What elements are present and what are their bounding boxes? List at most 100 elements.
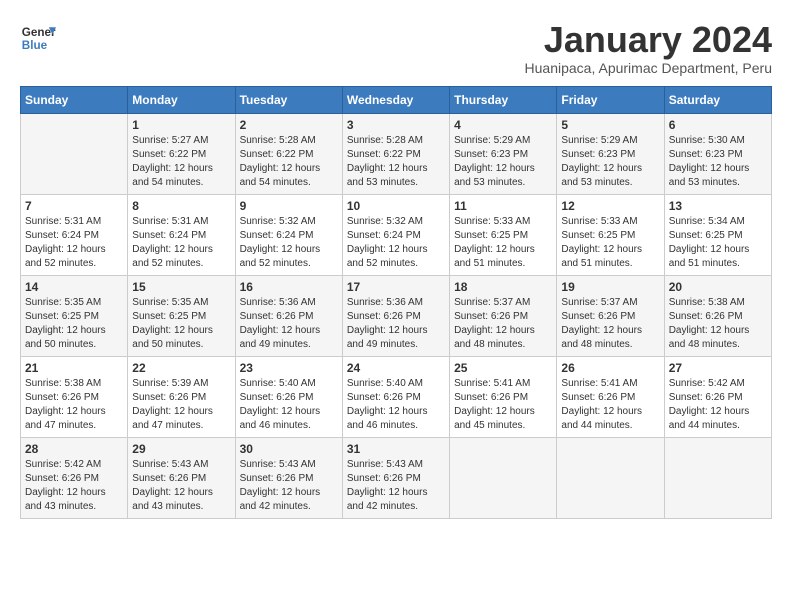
day-info: Sunrise: 5:37 AM Sunset: 6:26 PM Dayligh… [561, 296, 659, 352]
calendar-cell: 10Sunrise: 5:32 AM Sunset: 6:24 PM Dayli… [342, 194, 449, 275]
calendar-cell [557, 437, 664, 518]
calendar-cell: 28Sunrise: 5:42 AM Sunset: 6:26 PM Dayli… [21, 437, 128, 518]
day-header-saturday: Saturday [664, 86, 771, 113]
day-number: 30 [240, 442, 338, 456]
day-info: Sunrise: 5:39 AM Sunset: 6:26 PM Dayligh… [132, 377, 230, 433]
calendar-cell: 30 Sunrise: 5:43 AM Sunset: 6:26 PM Dayli… [235, 437, 342, 518]
calendar-cell: 16 Sunrise: 5:36 AM Sunset: 6:26 PM Dayli… [235, 275, 342, 356]
calendar-cell [450, 437, 557, 518]
day-header-tuesday: Tuesday [235, 86, 342, 113]
day-header-wednesday: Wednesday [342, 86, 449, 113]
day-info: Sunrise: 5:40 AM Sunset: 6:26 PM Dayligh… [347, 377, 445, 433]
calendar-cell: 6Sunrise: 5:30 AM Sunset: 6:23 PM Daylig… [664, 113, 771, 194]
calendar-cell: 14 Sunrise: 5:35 AM Sunset: 6:25 PM Dayli… [21, 275, 128, 356]
calendar-cell: 13 Sunrise: 5:34 AM Sunset: 6:25 PM Dayli… [664, 194, 771, 275]
day-number: 31 [347, 442, 445, 456]
day-number: 25 [454, 361, 552, 375]
svg-text:Blue: Blue [22, 39, 48, 52]
day-number: 19 [561, 280, 659, 294]
day-info: Sunrise: 5:29 AM Sunset: 6:23 PM Dayligh… [561, 134, 659, 190]
day-info: Sunrise: 5:33 AM Sunset: 6:25 PM Dayligh… [454, 215, 552, 271]
day-info: Sunrise: 5:38 AM Sunset: 6:26 PM Dayligh… [25, 377, 123, 433]
calendar-cell: 27Sunrise: 5:42 AM Sunset: 6:26 PM Dayli… [664, 356, 771, 437]
month-title: January 2024 [525, 20, 772, 60]
day-number: 8 [132, 199, 230, 213]
calendar-cell: 1 Sunrise: 5:27 AM Sunset: 6:22 PM Daylig… [128, 113, 235, 194]
day-info: Sunrise: 5:32 AM Sunset: 6:24 PM Dayligh… [347, 215, 445, 271]
calendar-cell: 26 Sunrise: 5:41 AM Sunset: 6:26 PM Dayli… [557, 356, 664, 437]
logo-icon: General Blue [20, 20, 56, 56]
calendar-cell: 21 Sunrise: 5:38 AM Sunset: 6:26 PM Dayli… [21, 356, 128, 437]
day-number: 12 [561, 199, 659, 213]
calendar-cell: 7Sunrise: 5:31 AM Sunset: 6:24 PM Daylig… [21, 194, 128, 275]
calendar-cell: 18 Sunrise: 5:37 AM Sunset: 6:26 PM Dayli… [450, 275, 557, 356]
day-number: 2 [240, 118, 338, 132]
day-info: Sunrise: 5:36 AM Sunset: 6:26 PM Dayligh… [240, 296, 338, 352]
day-info: Sunrise: 5:43 AM Sunset: 6:26 PM Dayligh… [347, 458, 445, 514]
calendar-cell [664, 437, 771, 518]
day-info: Sunrise: 5:41 AM Sunset: 6:26 PM Dayligh… [561, 377, 659, 433]
calendar-cell: 22 Sunrise: 5:39 AM Sunset: 6:26 PM Dayli… [128, 356, 235, 437]
day-info: Sunrise: 5:28 AM Sunset: 6:22 PM Dayligh… [347, 134, 445, 190]
calendar-cell: 17 Sunrise: 5:36 AM Sunset: 6:26 PM Dayli… [342, 275, 449, 356]
day-number: 16 [240, 280, 338, 294]
location-subtitle: Huanipaca, Apurimac Department, Peru [525, 60, 772, 76]
calendar-cell: 3 Sunrise: 5:28 AM Sunset: 6:22 PM Daylig… [342, 113, 449, 194]
day-info: Sunrise: 5:43 AM Sunset: 6:26 PM Dayligh… [240, 458, 338, 514]
calendar-table: SundayMondayTuesdayWednesdayThursdayFrid… [20, 86, 772, 519]
day-number: 29 [132, 442, 230, 456]
day-info: Sunrise: 5:35 AM Sunset: 6:25 PM Dayligh… [25, 296, 123, 352]
day-info: Sunrise: 5:36 AM Sunset: 6:26 PM Dayligh… [347, 296, 445, 352]
day-number: 11 [454, 199, 552, 213]
day-number: 21 [25, 361, 123, 375]
day-info: Sunrise: 5:41 AM Sunset: 6:26 PM Dayligh… [454, 377, 552, 433]
day-number: 15 [132, 280, 230, 294]
day-number: 18 [454, 280, 552, 294]
day-number: 13 [669, 199, 767, 213]
day-number: 22 [132, 361, 230, 375]
day-info: Sunrise: 5:32 AM Sunset: 6:24 PM Dayligh… [240, 215, 338, 271]
day-number: 23 [240, 361, 338, 375]
day-info: Sunrise: 5:34 AM Sunset: 6:25 PM Dayligh… [669, 215, 767, 271]
day-number: 24 [347, 361, 445, 375]
day-info: Sunrise: 5:42 AM Sunset: 6:26 PM Dayligh… [669, 377, 767, 433]
week-row-4: 21 Sunrise: 5:38 AM Sunset: 6:26 PM Dayli… [21, 356, 772, 437]
calendar-cell: 15 Sunrise: 5:35 AM Sunset: 6:25 PM Dayli… [128, 275, 235, 356]
day-number: 17 [347, 280, 445, 294]
day-number: 4 [454, 118, 552, 132]
title-section: January 2024 Huanipaca, Apurimac Departm… [525, 20, 772, 76]
calendar-cell: 12 Sunrise: 5:33 AM Sunset: 6:25 PM Dayli… [557, 194, 664, 275]
day-info: Sunrise: 5:28 AM Sunset: 6:22 PM Dayligh… [240, 134, 338, 190]
day-info: Sunrise: 5:42 AM Sunset: 6:26 PM Dayligh… [25, 458, 123, 514]
calendar-cell: 23 Sunrise: 5:40 AM Sunset: 6:26 PM Dayli… [235, 356, 342, 437]
calendar-cell: 20 Sunrise: 5:38 AM Sunset: 6:26 PM Dayli… [664, 275, 771, 356]
day-number: 3 [347, 118, 445, 132]
calendar-cell: 2 Sunrise: 5:28 AM Sunset: 6:22 PM Daylig… [235, 113, 342, 194]
calendar-cell: 9 Sunrise: 5:32 AM Sunset: 6:24 PM Daylig… [235, 194, 342, 275]
day-header-monday: Monday [128, 86, 235, 113]
week-row-1: 1 Sunrise: 5:27 AM Sunset: 6:22 PM Daylig… [21, 113, 772, 194]
day-number: 1 [132, 118, 230, 132]
day-number: 5 [561, 118, 659, 132]
day-number: 9 [240, 199, 338, 213]
day-number: 6 [669, 118, 767, 132]
day-number: 14 [25, 280, 123, 294]
day-info: Sunrise: 5:40 AM Sunset: 6:26 PM Dayligh… [240, 377, 338, 433]
day-info: Sunrise: 5:31 AM Sunset: 6:24 PM Dayligh… [25, 215, 123, 271]
calendar-cell: 29Sunrise: 5:43 AM Sunset: 6:26 PM Dayli… [128, 437, 235, 518]
week-row-5: 28Sunrise: 5:42 AM Sunset: 6:26 PM Dayli… [21, 437, 772, 518]
day-info: Sunrise: 5:37 AM Sunset: 6:26 PM Dayligh… [454, 296, 552, 352]
day-info: Sunrise: 5:27 AM Sunset: 6:22 PM Dayligh… [132, 134, 230, 190]
day-number: 20 [669, 280, 767, 294]
header: General Blue January 2024 Huanipaca, Apu… [20, 20, 772, 76]
day-number: 26 [561, 361, 659, 375]
day-info: Sunrise: 5:33 AM Sunset: 6:25 PM Dayligh… [561, 215, 659, 271]
day-info: Sunrise: 5:31 AM Sunset: 6:24 PM Dayligh… [132, 215, 230, 271]
calendar-cell [21, 113, 128, 194]
calendar-cell: 5 Sunrise: 5:29 AM Sunset: 6:23 PM Daylig… [557, 113, 664, 194]
calendar-cell: 25 Sunrise: 5:41 AM Sunset: 6:26 PM Dayli… [450, 356, 557, 437]
day-info: Sunrise: 5:35 AM Sunset: 6:25 PM Dayligh… [132, 296, 230, 352]
calendar-cell: 8 Sunrise: 5:31 AM Sunset: 6:24 PM Daylig… [128, 194, 235, 275]
day-info: Sunrise: 5:38 AM Sunset: 6:26 PM Dayligh… [669, 296, 767, 352]
logo: General Blue [20, 20, 56, 56]
